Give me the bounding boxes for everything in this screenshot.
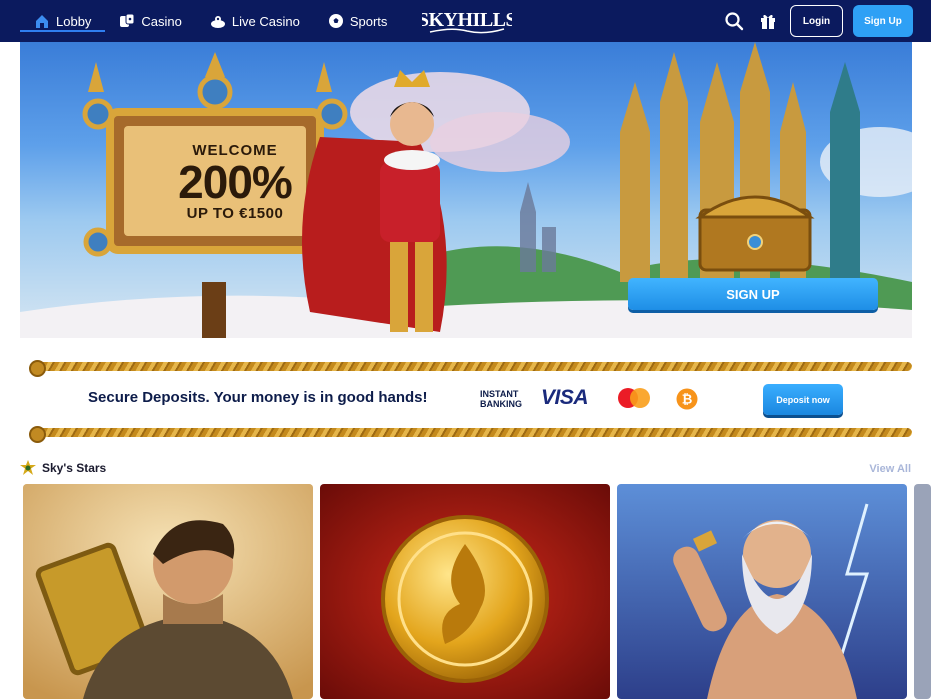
instant-banking-line1: INSTANT	[480, 389, 519, 399]
svg-text:SKYHILLS: SKYHILLS	[422, 9, 512, 31]
instant-banking-logo: INSTANT BANKING	[480, 389, 522, 409]
secure-deposits-text: Secure Deposits. Your money is in good h…	[88, 389, 428, 406]
gold-coin-game-art	[320, 484, 610, 699]
nav-lobby[interactable]: Lobby	[20, 0, 106, 42]
nav-casino[interactable]: Casino	[105, 0, 195, 42]
gift-icon[interactable]	[756, 9, 780, 33]
bitcoin-icon: ₿	[676, 388, 698, 410]
gold-rope-divider-bottom	[29, 426, 912, 443]
visa-logo: VISA	[541, 386, 589, 409]
nav-lobby-label: Lobby	[56, 13, 92, 29]
nav-sports-label: Sports	[349, 13, 388, 29]
main-nav: Lobby Casino Live Casino Sports	[20, 0, 401, 42]
view-all-link[interactable]: View All	[869, 463, 911, 475]
game-card-1[interactable]	[23, 484, 313, 699]
game-card-3[interactable]	[617, 484, 907, 699]
signup-button[interactable]: Sign Up	[853, 5, 913, 37]
section-title: Sky's Stars	[42, 461, 107, 475]
header-actions: Login Sign Up	[722, 0, 913, 42]
casino-icon	[120, 13, 135, 27]
adventurer-game-art	[23, 484, 313, 699]
nav-live-casino-label: Live Casino	[231, 13, 300, 29]
game-card-2[interactable]	[320, 484, 610, 699]
nav-casino-label: Casino	[141, 13, 182, 29]
hero-signup-button[interactable]: SIGN UP	[628, 278, 878, 310]
deposit-now-button[interactable]: Deposit now	[763, 384, 843, 415]
bonus-amount: UP TO €1500	[186, 205, 284, 222]
instant-banking-line2: BANKING	[480, 399, 522, 409]
game-card-4-partial[interactable]	[914, 484, 931, 699]
zeus-game-art	[617, 484, 907, 699]
mastercard-icon	[618, 388, 650, 408]
game-card-4-art	[914, 484, 931, 699]
nav-live-casino[interactable]: Live Casino	[196, 0, 314, 42]
skyhills-logo[interactable]: SKYHILLS	[422, 5, 512, 37]
svg-text:₿: ₿	[682, 392, 693, 407]
star-burst-icon	[20, 460, 36, 475]
soccer-ball-icon	[328, 14, 343, 28]
search-icon[interactable]	[722, 9, 746, 33]
login-button[interactable]: Login	[790, 5, 843, 37]
top-navigation-bar: Lobby Casino Live Casino Sports SKYHILLS…	[0, 0, 931, 42]
skys-stars-header: Sky's Stars	[20, 460, 106, 476]
welcome-bonus-banner[interactable]: WELCOME 200% UP TO €1500 SIGN UP	[20, 42, 912, 338]
bonus-sign: WELCOME 200% UP TO €1500	[140, 142, 330, 222]
home-icon	[36, 15, 48, 28]
nav-sports[interactable]: Sports	[314, 0, 402, 42]
bonus-percent: 200%	[178, 156, 293, 208]
live-casino-icon	[210, 16, 225, 28]
gold-rope-divider-top	[29, 360, 912, 377]
